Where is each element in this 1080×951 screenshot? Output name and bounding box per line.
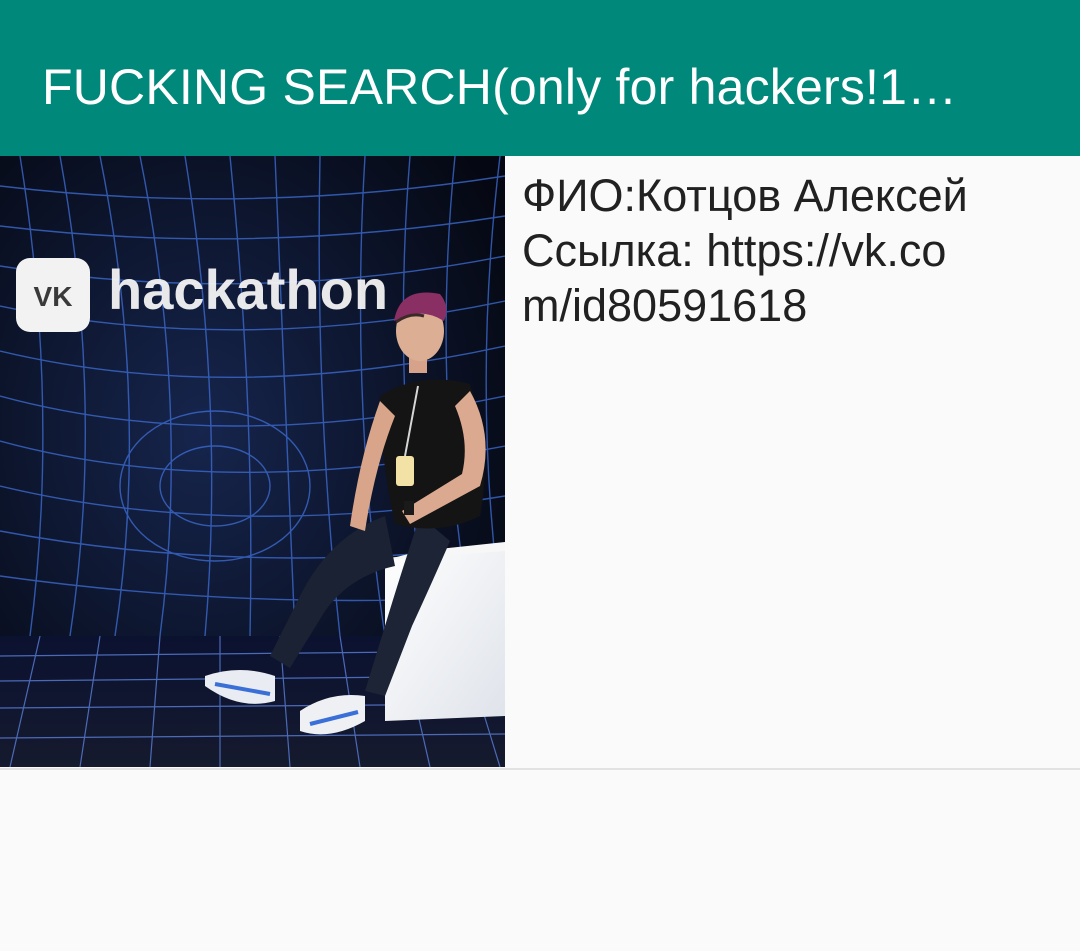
- search-result-item[interactable]: VK hackathon ФИО:Котцов Алексей Ссылка: …: [0, 156, 1080, 770]
- app-toolbar: FUCKING SEARCH(only for hackers!1…: [0, 0, 1080, 156]
- profile-photo: VK hackathon: [0, 156, 505, 767]
- toolbar-title: FUCKING SEARCH(only for hackers!1…: [42, 59, 958, 115]
- profile-link-text[interactable]: Ссылка: https://vk.com/id80591618: [522, 223, 992, 333]
- hackathon-sign: VK hackathon: [16, 258, 388, 332]
- result-info: ФИО:Котцов Алексей Ссылка: https://vk.co…: [522, 168, 1078, 333]
- app-screen: FUCKING SEARCH(only for hackers!1… VK ha…: [0, 0, 1080, 951]
- svg-text:hackathon: hackathon: [108, 258, 388, 321]
- full-name-text: ФИО:Котцов Алексей: [522, 170, 968, 221]
- svg-text:VK: VK: [34, 281, 73, 312]
